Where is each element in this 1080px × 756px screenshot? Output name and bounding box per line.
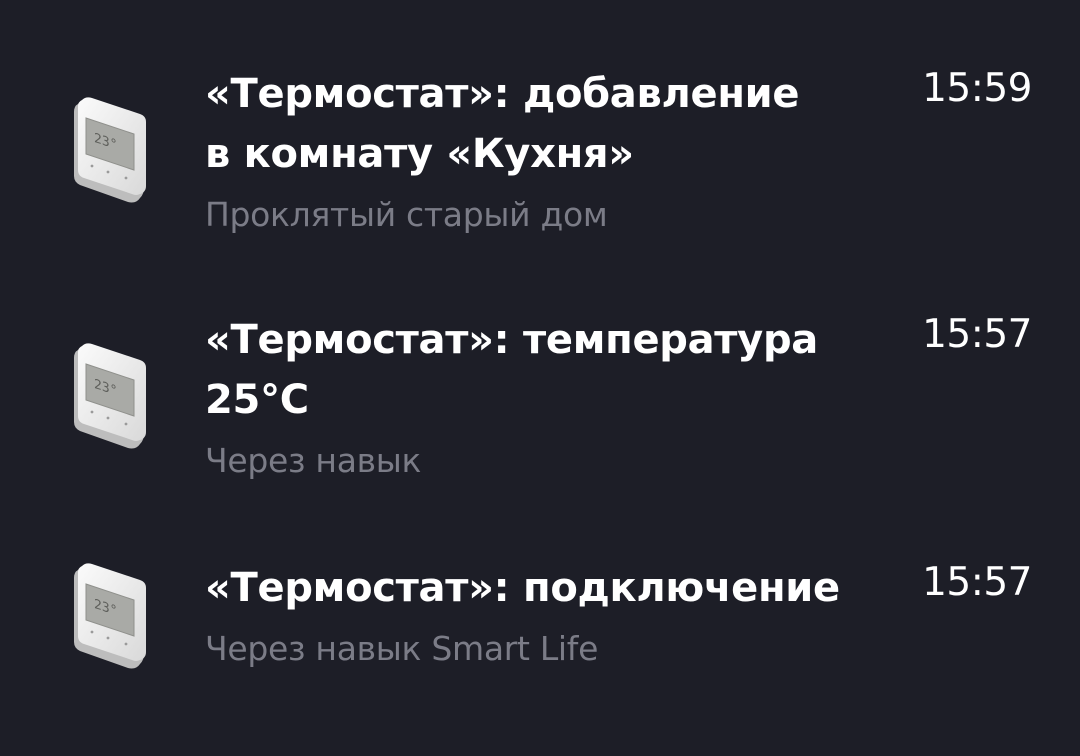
notification-item[interactable]: 23° «Термостат»: добавление в комнату «К…: [0, 64, 1080, 244]
notification-text: «Термостат»: подключение Через навык Sma…: [205, 558, 885, 674]
notification-feed: 23° «Термостат»: добавление в комнату «К…: [0, 0, 1080, 756]
notification-item[interactable]: 23° «Термостат»: температура 25°C Через …: [0, 310, 1080, 490]
notification-title: «Термостат»: подключение: [205, 565, 840, 611]
notification-text: «Термостат»: температура 25°C Через навы…: [205, 310, 885, 486]
thermostat-icon: 23°: [74, 97, 146, 203]
notification-item[interactable]: 23° «Термостат»: подключение Через навык…: [0, 558, 1080, 688]
notification-title: «Термостат»: добавление в комнату «Кухня…: [205, 71, 800, 177]
notification-title: «Термостат»: температура 25°C: [205, 317, 818, 423]
notification-time: 15:59: [922, 66, 1032, 111]
notification-subtitle: Через навык: [205, 441, 422, 480]
thermostat-icon: 23°: [74, 343, 146, 449]
notification-subtitle: Через навык Smart Life: [205, 629, 599, 668]
notification-subtitle: Проклятый старый дом: [205, 195, 608, 234]
notification-time: 15:57: [922, 560, 1032, 605]
notification-time: 15:57: [922, 312, 1032, 357]
thermostat-icon: 23°: [74, 563, 146, 669]
notification-text: «Термостат»: добавление в комнату «Кухня…: [205, 64, 885, 240]
